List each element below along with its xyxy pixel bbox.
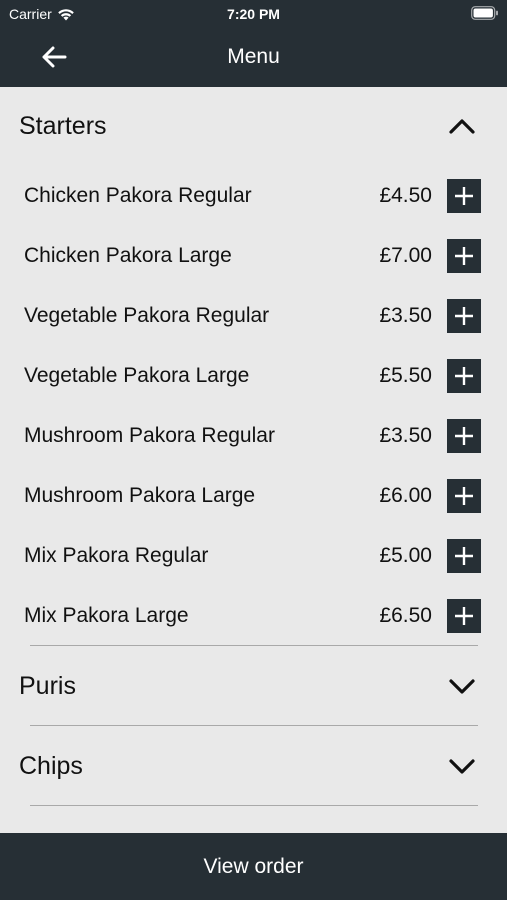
plus-icon (455, 547, 473, 565)
menu-item: Mushroom Pakora Regular £3.50 (0, 419, 507, 479)
plus-icon (455, 487, 473, 505)
section-divider (30, 805, 478, 806)
status-bar: Carrier 7:20 PM (0, 0, 507, 28)
app-header: Carrier 7:20 PM Menu (0, 0, 507, 87)
plus-icon (455, 187, 473, 205)
battery-icon (471, 6, 498, 20)
menu-item: Mix Pakora Regular £5.00 (0, 539, 507, 599)
menu-item: Vegetable Pakora Regular £3.50 (0, 299, 507, 359)
menu-item: Chicken Pakora Large £7.00 (0, 239, 507, 299)
add-item-button[interactable] (447, 419, 481, 453)
item-price: £7.00 (379, 244, 432, 267)
add-item-button[interactable] (447, 479, 481, 513)
plus-icon (455, 307, 473, 325)
add-item-button[interactable] (447, 359, 481, 393)
chevron-down-icon[interactable] (447, 674, 477, 698)
section-title: Puris (19, 672, 76, 700)
section-title: Chips (19, 752, 83, 780)
menu-list: Starters Chicken Pakora Regular £4.50 Ch… (0, 87, 507, 833)
item-name: Mushroom Pakora Regular (24, 424, 275, 447)
section-header-puris[interactable]: Puris (0, 646, 507, 726)
status-time: 7:20 PM (227, 6, 280, 22)
page-title: Menu (227, 45, 280, 68)
add-item-button[interactable] (447, 239, 481, 273)
item-price: £6.50 (379, 604, 432, 627)
item-name: Chicken Pakora Regular (24, 184, 252, 207)
item-price: £5.50 (379, 364, 432, 387)
item-price: £6.00 (379, 484, 432, 507)
item-name: Mix Pakora Regular (24, 544, 209, 567)
item-price: £3.50 (379, 424, 432, 447)
add-item-button[interactable] (447, 299, 481, 333)
add-item-button[interactable] (447, 539, 481, 573)
item-price: £4.50 (379, 184, 432, 207)
menu-item: Chicken Pakora Regular £4.50 (0, 179, 507, 239)
chevron-up-icon[interactable] (447, 114, 477, 138)
section-header-chips[interactable]: Chips (0, 726, 507, 806)
section-header-starters[interactable]: Starters (0, 87, 507, 167)
view-order-button[interactable]: View order (0, 833, 507, 900)
item-name: Mix Pakora Large (24, 604, 189, 627)
section-title: Starters (19, 112, 107, 140)
add-item-button[interactable] (447, 179, 481, 213)
chevron-down-icon[interactable] (447, 754, 477, 778)
item-price: £3.50 (379, 304, 432, 327)
item-name: Vegetable Pakora Large (24, 364, 250, 387)
plus-icon (455, 367, 473, 385)
item-price: £5.00 (379, 544, 432, 567)
item-name: Mushroom Pakora Large (24, 484, 256, 507)
plus-icon (455, 607, 473, 625)
item-name: Chicken Pakora Large (24, 244, 232, 267)
view-order-label: View order (203, 854, 304, 878)
navigation-bar: Menu (0, 28, 507, 87)
menu-item: Vegetable Pakora Large £5.50 (0, 359, 507, 419)
add-item-button[interactable] (447, 599, 481, 633)
plus-icon (455, 427, 473, 445)
item-name: Vegetable Pakora Regular (24, 304, 270, 327)
plus-icon (455, 247, 473, 265)
menu-item: Mushroom Pakora Large £6.00 (0, 479, 507, 539)
